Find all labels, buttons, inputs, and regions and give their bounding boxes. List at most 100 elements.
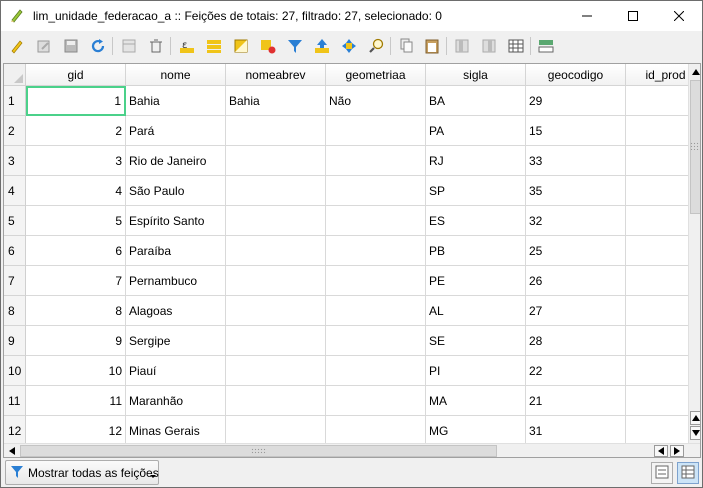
table-cell-nomeabrev[interactable]: [226, 236, 326, 266]
minimize-button[interactable]: [564, 1, 610, 31]
table-cell-gid[interactable]: 1: [26, 86, 126, 116]
table-cell-geocodigo[interactable]: 21: [526, 386, 626, 416]
table-cell-nome[interactable]: Piauí: [126, 356, 226, 386]
table-cell-geocodigo[interactable]: 29: [526, 86, 626, 116]
table-cell-gid[interactable]: 5: [26, 206, 126, 236]
select-all-corner[interactable]: [4, 64, 26, 86]
column-header-geometriaa[interactable]: geometriaa: [326, 64, 426, 86]
table-cell-nomeabrev[interactable]: [226, 296, 326, 326]
table-cell-nomeabrev[interactable]: [226, 116, 326, 146]
table-cell-nomeabrev[interactable]: [226, 176, 326, 206]
zoom-to-selection-icon[interactable]: [366, 36, 386, 56]
table-cell-gid[interactable]: 4: [26, 176, 126, 206]
table-cell-nome[interactable]: Pará: [126, 116, 226, 146]
save-edits-icon[interactable]: [61, 36, 81, 56]
delete-feature-icon[interactable]: [146, 36, 166, 56]
table-cell-sigla[interactable]: PE: [426, 266, 526, 296]
table-view-button[interactable]: [677, 462, 699, 484]
row-header[interactable]: 2: [4, 116, 26, 146]
close-button[interactable]: [656, 1, 702, 31]
row-header[interactable]: 8: [4, 296, 26, 326]
column-header-nome[interactable]: nome: [126, 64, 226, 86]
conditional-format-icon[interactable]: [536, 36, 556, 56]
table-cell-geometriaa[interactable]: Não: [326, 86, 426, 116]
table-cell-geometriaa[interactable]: [326, 116, 426, 146]
table-cell-geocodigo[interactable]: 25: [526, 236, 626, 266]
scroll-left-lower-icon[interactable]: [654, 445, 668, 457]
table-cell-nomeabrev[interactable]: [226, 326, 326, 356]
table-cell-geometriaa[interactable]: [326, 236, 426, 266]
table-cell-gid[interactable]: 11: [26, 386, 126, 416]
table-cell-nomeabrev[interactable]: [226, 206, 326, 236]
table-cell-gid[interactable]: 7: [26, 266, 126, 296]
table-cell-sigla[interactable]: MA: [426, 386, 526, 416]
filter-icon[interactable]: [285, 36, 305, 56]
column-header-nomeabrev[interactable]: nomeabrev: [226, 64, 326, 86]
multi-edit-icon[interactable]: [34, 36, 54, 56]
table-cell-sigla[interactable]: RJ: [426, 146, 526, 176]
row-header[interactable]: 6: [4, 236, 26, 266]
table-cell-geocodigo[interactable]: 32: [526, 206, 626, 236]
pencil-edit-icon[interactable]: [7, 36, 27, 56]
pan-to-selection-icon[interactable]: [339, 36, 359, 56]
table-cell-sigla[interactable]: AL: [426, 296, 526, 326]
delete-field-icon[interactable]: [479, 36, 499, 56]
table-cell-nome[interactable]: Alagoas: [126, 296, 226, 326]
table-cell-nomeabrev[interactable]: [226, 266, 326, 296]
table-cell-nome[interactable]: Paraíba: [126, 236, 226, 266]
table-cell-sigla[interactable]: SP: [426, 176, 526, 206]
table-cell-nomeabrev[interactable]: [226, 386, 326, 416]
table-cell-sigla[interactable]: PB: [426, 236, 526, 266]
table-cell-geocodigo[interactable]: 27: [526, 296, 626, 326]
row-header[interactable]: 5: [4, 206, 26, 236]
table-cell-geocodigo[interactable]: 26: [526, 266, 626, 296]
table-cell-sigla[interactable]: BA: [426, 86, 526, 116]
table-cell-sigla[interactable]: ES: [426, 206, 526, 236]
row-header[interactable]: 11: [4, 386, 26, 416]
column-header-sigla[interactable]: sigla: [426, 64, 526, 86]
form-view-button[interactable]: [651, 462, 673, 484]
table-cell-gid[interactable]: 9: [26, 326, 126, 356]
table-cell-nomeabrev[interactable]: Bahia: [226, 86, 326, 116]
table-cell-sigla[interactable]: PI: [426, 356, 526, 386]
row-header[interactable]: 1: [4, 86, 26, 116]
table-cell-gid[interactable]: 2: [26, 116, 126, 146]
select-all-icon[interactable]: [204, 36, 224, 56]
add-feature-icon[interactable]: [119, 36, 139, 56]
reload-icon[interactable]: [88, 36, 108, 56]
table-cell-sigla[interactable]: SE: [426, 326, 526, 356]
table-cell-nome[interactable]: Sergipe: [126, 326, 226, 356]
row-header[interactable]: 7: [4, 266, 26, 296]
table-cell-nome[interactable]: Pernambuco: [126, 266, 226, 296]
table-cell-geocodigo[interactable]: 28: [526, 326, 626, 356]
table-cell-geometriaa[interactable]: [326, 266, 426, 296]
deselect-all-icon[interactable]: [258, 36, 278, 56]
vertical-scrollbar[interactable]: [688, 64, 700, 443]
table-cell-nome[interactable]: Bahia: [126, 86, 226, 116]
table-cell-gid[interactable]: 3: [26, 146, 126, 176]
table-cell-nomeabrev[interactable]: [226, 416, 326, 446]
table-cell-sigla[interactable]: MG: [426, 416, 526, 446]
table-cell-nome[interactable]: Maranhão: [126, 386, 226, 416]
table-cell-geocodigo[interactable]: 31: [526, 416, 626, 446]
scroll-up-icon[interactable]: [690, 65, 700, 79]
scroll-down-icon[interactable]: [690, 426, 700, 440]
row-header[interactable]: 3: [4, 146, 26, 176]
row-header[interactable]: 10: [4, 356, 26, 386]
scroll-right-icon[interactable]: [670, 445, 684, 457]
table-cell-gid[interactable]: 6: [26, 236, 126, 266]
table-cell-nome[interactable]: São Paulo: [126, 176, 226, 206]
column-header-geocodigo[interactable]: geocodigo: [526, 64, 626, 86]
table-cell-geocodigo[interactable]: 35: [526, 176, 626, 206]
show-features-filter-button[interactable]: Mostrar todas as feições: [5, 460, 159, 485]
table-cell-nomeabrev[interactable]: [226, 356, 326, 386]
table-cell-geometriaa[interactable]: [326, 386, 426, 416]
move-selection-top-icon[interactable]: [312, 36, 332, 56]
new-field-icon[interactable]: [452, 36, 472, 56]
field-calculator-icon[interactable]: [506, 36, 526, 56]
invert-selection-icon[interactable]: [231, 36, 251, 56]
table-cell-gid[interactable]: 10: [26, 356, 126, 386]
table-cell-nomeabrev[interactable]: [226, 146, 326, 176]
row-header[interactable]: 12: [4, 416, 26, 446]
table-cell-sigla[interactable]: PA: [426, 116, 526, 146]
